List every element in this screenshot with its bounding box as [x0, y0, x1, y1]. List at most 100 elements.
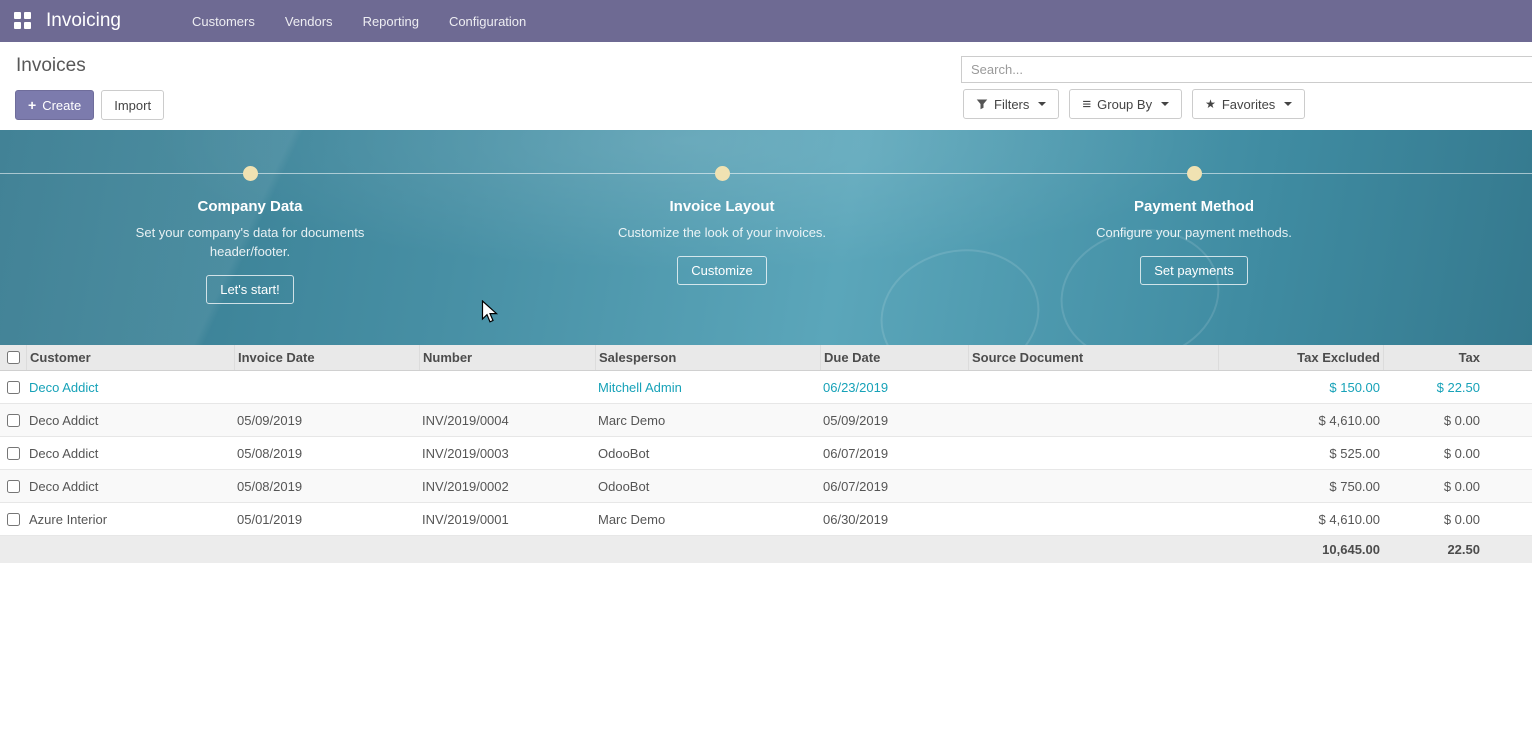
group-by-button[interactable]: ≡ Group By	[1069, 89, 1182, 119]
cell-salesperson: Marc Demo	[595, 413, 820, 428]
cell-salesperson: Mitchell Admin	[595, 380, 820, 395]
filters-button-label: Filters	[994, 97, 1029, 112]
step-description: Customize the look of your invoices.	[572, 223, 872, 242]
row-checkbox[interactable]	[7, 414, 20, 427]
cell-invoice-date: 05/08/2019	[234, 446, 419, 461]
list-header-row: Customer Invoice Date Number Salesperson…	[0, 345, 1532, 371]
set-payments-button[interactable]: Set payments	[1140, 256, 1248, 285]
select-all-cell	[0, 345, 26, 370]
control-panel: Invoices + Create Import Filters ≡ Group…	[0, 42, 1532, 130]
nav-item-reporting[interactable]: Reporting	[348, 0, 434, 42]
column-header-number[interactable]: Number	[419, 345, 595, 370]
cell-customer: Deco Addict	[26, 380, 234, 395]
banner-background-decoration	[868, 235, 1052, 345]
cell-tax: $ 0.00	[1383, 446, 1532, 461]
select-all-checkbox[interactable]	[7, 351, 20, 364]
page-title: Invoices	[16, 55, 86, 77]
table-row[interactable]: Deco Addict 05/09/2019 INV/2019/0004 Mar…	[0, 404, 1532, 437]
chevron-down-icon	[1038, 102, 1046, 106]
import-button-label: Import	[114, 98, 151, 113]
step-title: Company Data	[100, 198, 400, 215]
favorites-button[interactable]: ★ Favorites	[1192, 89, 1305, 119]
cell-customer: Deco Addict	[26, 413, 234, 428]
onboarding-step-invoice-layout: Invoice Layout Customize the look of you…	[572, 166, 872, 285]
cell-tax-excluded: $ 525.00	[1218, 446, 1383, 461]
cell-salesperson: Marc Demo	[595, 512, 820, 527]
column-header-tax[interactable]: Tax	[1383, 345, 1532, 370]
create-button-label: Create	[42, 98, 81, 113]
apps-menu-icon[interactable]	[14, 12, 32, 30]
cell-tax-excluded: $ 4,610.00	[1218, 512, 1383, 527]
cell-number: INV/2019/0004	[419, 413, 595, 428]
filters-button[interactable]: Filters	[963, 89, 1059, 119]
star-icon: ★	[1205, 98, 1216, 110]
table-row[interactable]: Deco Addict Mitchell Admin 06/23/2019 $ …	[0, 371, 1532, 404]
group-by-icon: ≡	[1082, 97, 1091, 112]
cell-due-date: 06/30/2019	[820, 512, 968, 527]
cell-number: INV/2019/0002	[419, 479, 595, 494]
search-input[interactable]	[961, 56, 1532, 83]
cell-tax-excluded: $ 4,610.00	[1218, 413, 1383, 428]
list-body: Deco Addict Mitchell Admin 06/23/2019 $ …	[0, 371, 1532, 536]
nav-item-customers[interactable]: Customers	[177, 0, 270, 42]
column-header-due-date[interactable]: Due Date	[820, 345, 968, 370]
column-header-invoice-date[interactable]: Invoice Date	[234, 345, 419, 370]
column-header-source-document[interactable]: Source Document	[968, 345, 1218, 370]
column-header-customer[interactable]: Customer	[26, 345, 234, 370]
chevron-down-icon	[1161, 102, 1169, 106]
row-checkbox[interactable]	[7, 513, 20, 526]
cell-tax: $ 0.00	[1383, 479, 1532, 494]
nav-item-vendors[interactable]: Vendors	[270, 0, 348, 42]
onboarding-step-payment-method: Payment Method Configure your payment me…	[1044, 166, 1344, 285]
step-title: Invoice Layout	[572, 198, 872, 215]
cell-due-date: 06/07/2019	[820, 446, 968, 461]
filter-icon	[976, 98, 988, 110]
cell-tax: $ 22.50	[1383, 380, 1532, 395]
favorites-button-label: Favorites	[1222, 97, 1275, 112]
create-button[interactable]: + Create	[15, 90, 94, 120]
row-checkbox[interactable]	[7, 447, 20, 460]
top-navbar: Invoicing Customers Vendors Reporting Co…	[0, 0, 1532, 42]
total-tax: 22.50	[1383, 542, 1532, 557]
lets-start-button[interactable]: Let's start!	[206, 275, 294, 304]
step-description: Configure your payment methods.	[1044, 223, 1344, 242]
step-description: Set your company's data for documents he…	[100, 223, 400, 261]
step-dot-icon	[243, 166, 258, 181]
cell-due-date: 06/07/2019	[820, 479, 968, 494]
table-row[interactable]: Azure Interior 05/01/2019 INV/2019/0001 …	[0, 503, 1532, 536]
table-row[interactable]: Deco Addict 05/08/2019 INV/2019/0003 Odo…	[0, 437, 1532, 470]
chevron-down-icon	[1284, 102, 1292, 106]
cell-tax-excluded: $ 150.00	[1218, 380, 1383, 395]
plus-icon: +	[28, 98, 36, 112]
onboarding-step-company-data: Company Data Set your company's data for…	[100, 166, 400, 304]
group-by-button-label: Group By	[1097, 97, 1152, 112]
column-header-tax-excluded[interactable]: Tax Excluded	[1218, 345, 1383, 370]
nav-item-configuration[interactable]: Configuration	[434, 0, 541, 42]
customize-button[interactable]: Customize	[677, 256, 766, 285]
app-name[interactable]: Invoicing	[46, 10, 121, 32]
onboarding-banner: Company Data Set your company's data for…	[0, 130, 1532, 345]
cell-tax: $ 0.00	[1383, 512, 1532, 527]
import-button[interactable]: Import	[101, 90, 164, 120]
cell-salesperson: OdooBot	[595, 446, 820, 461]
cell-number: INV/2019/0001	[419, 512, 595, 527]
column-header-salesperson[interactable]: Salesperson	[595, 345, 820, 370]
list-footer-row: 10,645.00 22.50	[0, 536, 1532, 563]
total-tax-excluded: 10,645.00	[1218, 542, 1383, 557]
cell-invoice-date: 05/08/2019	[234, 479, 419, 494]
cell-invoice-date: 05/09/2019	[234, 413, 419, 428]
search-option-buttons: Filters ≡ Group By ★ Favorites	[963, 89, 1305, 119]
step-title: Payment Method	[1044, 198, 1344, 215]
row-checkbox[interactable]	[7, 480, 20, 493]
cell-customer: Azure Interior	[26, 512, 234, 527]
row-checkbox[interactable]	[7, 381, 20, 394]
cell-tax: $ 0.00	[1383, 413, 1532, 428]
cell-due-date: 06/23/2019	[820, 380, 968, 395]
nav-menu: Customers Vendors Reporting Configuratio…	[177, 0, 541, 42]
cell-customer: Deco Addict	[26, 479, 234, 494]
cell-salesperson: OdooBot	[595, 479, 820, 494]
cell-number: INV/2019/0003	[419, 446, 595, 461]
table-row[interactable]: Deco Addict 05/08/2019 INV/2019/0002 Odo…	[0, 470, 1532, 503]
cell-tax-excluded: $ 750.00	[1218, 479, 1383, 494]
action-buttons: + Create Import	[15, 90, 164, 120]
